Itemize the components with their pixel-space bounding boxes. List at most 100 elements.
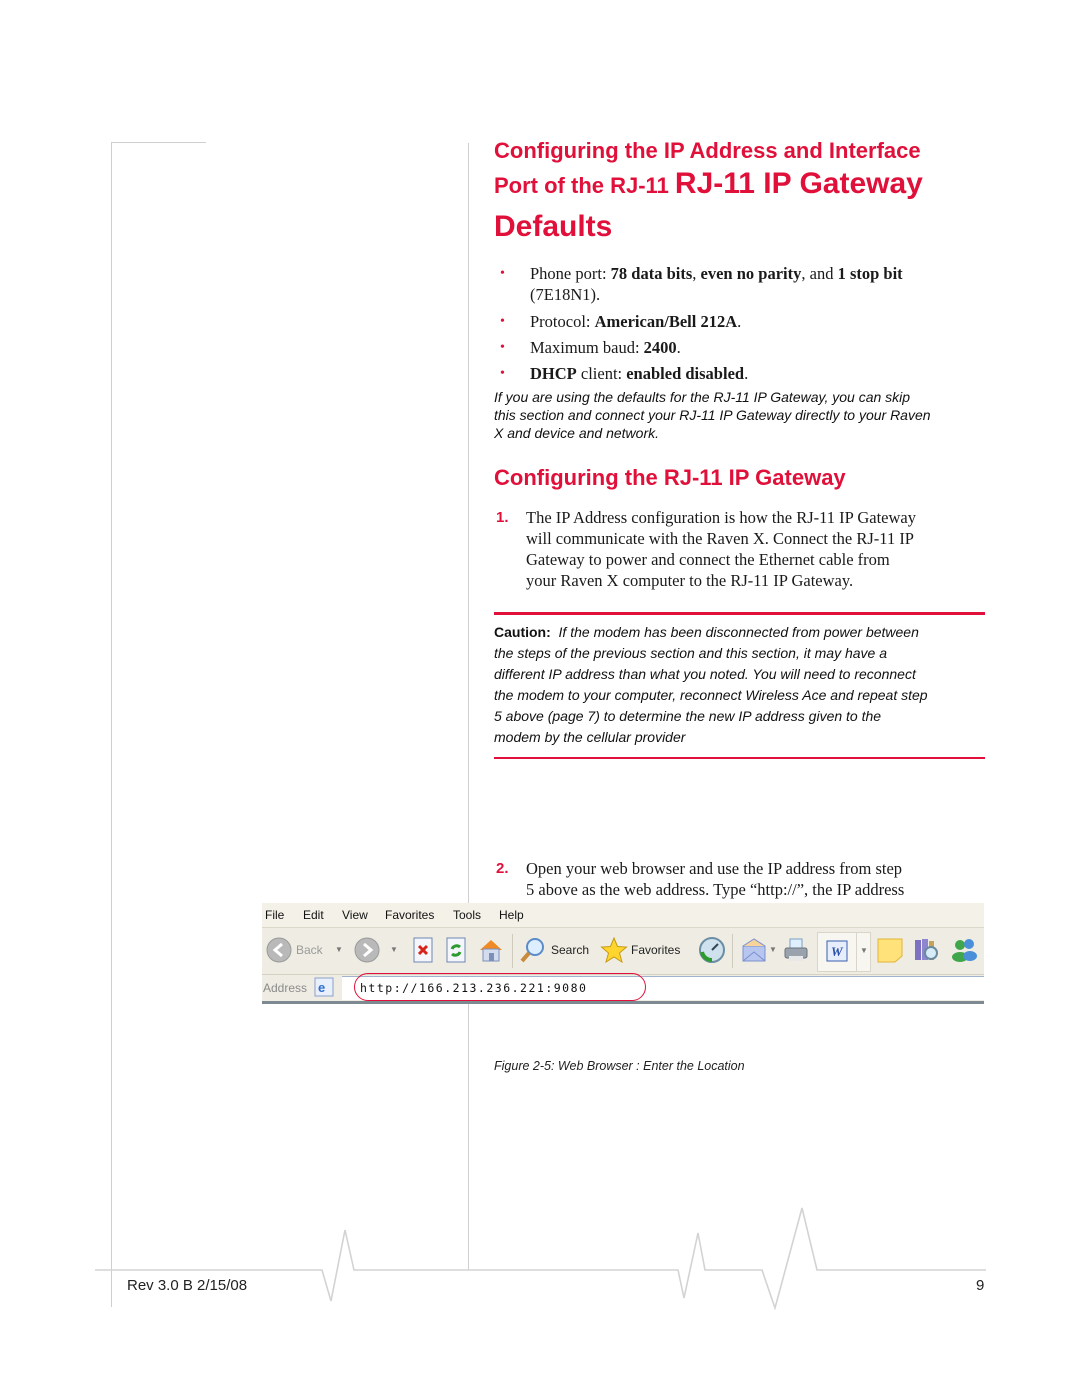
back-dropdown-icon[interactable]: ▼ (335, 945, 343, 954)
note-line: this section and connect your RJ-11 IP G… (494, 407, 931, 423)
list-item: • Protocol: American/Bell 212A. (500, 311, 990, 332)
caution-top-rule (494, 612, 985, 615)
svg-text:W: W (831, 944, 844, 959)
back-icon[interactable] (265, 936, 293, 964)
bullet-icon: • (500, 366, 505, 381)
refresh-icon[interactable] (442, 936, 470, 964)
list-item-text-line2: (7E18N1). (530, 285, 601, 304)
caution-text: If the modem has been disconnected from … (558, 624, 919, 640)
print-icon[interactable] (782, 936, 810, 964)
address-label: Address (263, 981, 308, 995)
emphasized-value: even no parity (700, 264, 802, 283)
browser-toolbar: Back ▼ ▼ Search Favorites ▼ W ▼ (262, 928, 984, 975)
list-item-text: Protocol: American/Bell 212A. (530, 312, 741, 331)
caution-line: 5 above (page 7) to determine the new IP… (494, 708, 882, 724)
list-text-fragment: Protocol: (530, 312, 595, 331)
bullet-icon: • (500, 266, 505, 281)
search-icon[interactable] (519, 936, 547, 964)
forward-icon[interactable] (353, 936, 381, 964)
list-text-fragment: , (692, 264, 701, 283)
step-number: 2. (496, 860, 509, 877)
defaults-note: If you are using the defaults for the RJ… (494, 388, 994, 442)
forward-dropdown-icon[interactable]: ▼ (390, 945, 398, 954)
caution-line: different IP address than what you noted… (494, 666, 916, 682)
caution-label: Caution: (494, 624, 551, 640)
menu-view[interactable]: View (342, 908, 368, 922)
page-title: Configuring the IP Address and Interface… (494, 136, 1014, 247)
list-item-text: Phone port: 78 data bits, even no parity… (530, 264, 903, 283)
list-text-fragment: Phone port: (530, 264, 611, 283)
caution-bottom-rule (494, 757, 985, 759)
browser-menubar: File Edit View Favorites Tools Help (262, 903, 984, 928)
emphasized-value: 2400 (643, 338, 677, 357)
toolbar-separator (512, 934, 513, 968)
page-title-line3: Defaults (494, 210, 613, 243)
bullet-icon: • (500, 314, 505, 329)
home-icon[interactable] (477, 936, 505, 964)
list-item: • Phone port: 78 data bits, even no pari… (500, 263, 990, 305)
list-item-text: DHCP client: enabled disabled. (530, 364, 748, 383)
step-line: Gateway to power and connect the Etherne… (526, 550, 890, 569)
caution-line: Caution: If the modem has been disconnec… (494, 622, 989, 643)
menu-help[interactable]: Help (499, 908, 524, 922)
toolbar-separator (732, 934, 733, 968)
notes-icon[interactable] (876, 936, 904, 964)
step-line: will communicate with the Raven X. Conne… (526, 529, 914, 548)
emphasized-value: 1 stop bit (837, 264, 903, 283)
menu-tools[interactable]: Tools (453, 908, 481, 922)
list-text-fragment: . (676, 338, 681, 357)
caution-line: the steps of the previous section and th… (494, 645, 887, 661)
address-highlight-oval (354, 973, 646, 1001)
bullet-icon: • (500, 340, 505, 355)
mail-icon[interactable] (740, 936, 768, 964)
page-title-line2: Port of the RJ-11 RJ-11 IP Gateway (494, 166, 1014, 207)
step-line: your Raven X computer to the RJ-11 IP Ga… (526, 571, 854, 590)
svg-text:e: e (318, 980, 325, 995)
section-title: Configuring the RJ-11 IP Gateway (494, 465, 846, 490)
word-icon: W (823, 937, 851, 965)
mail-dropdown-icon[interactable]: ▼ (769, 945, 777, 954)
step-number: 1. (496, 509, 509, 526)
footer-revision: Rev 3.0 B 2/15/08 (127, 1277, 248, 1294)
list-text-fragment: . (737, 312, 742, 331)
emphasized-value: enabled disabled (626, 364, 745, 383)
list-item: • DHCP client: enabled disabled. (500, 363, 990, 384)
emphasized-value: DHCP (530, 364, 577, 383)
page-title-line1: Configuring the IP Address and Interface (494, 138, 921, 163)
defaults-list: • Phone port: 78 data bits, even no pari… (500, 263, 990, 384)
caution-note: Caution: If the modem has been disconnec… (494, 622, 989, 748)
list-item: • Maximum baud: 2400. (500, 337, 990, 358)
emphasized-value: American/Bell 212A (594, 312, 738, 331)
menu-edit[interactable]: Edit (303, 908, 324, 922)
word-dropdown-icon[interactable]: ▼ (860, 946, 868, 955)
list-item-text: Maximum baud: 2400. (530, 338, 681, 357)
figure-caption: Figure 2-5: Web Browser : Enter the Loca… (494, 1059, 745, 1073)
caution-line: modem by the cellular provider (494, 729, 686, 745)
history-icon[interactable] (698, 936, 726, 964)
page-title-line2-large: RJ-11 IP Gateway (674, 167, 923, 200)
list-text-fragment: . (744, 364, 749, 383)
search-button-label[interactable]: Search (551, 943, 589, 957)
note-line: X and device and network. (494, 425, 659, 441)
messenger-icon[interactable] (950, 936, 978, 964)
research-icon[interactable] (912, 936, 940, 964)
list-text-fragment: , and (801, 264, 838, 283)
step-line: Open your web browser and use the IP add… (526, 859, 903, 878)
column-divider-rule (468, 143, 469, 903)
back-button-label[interactable]: Back (296, 943, 323, 957)
page-frame-top-left-rule (111, 142, 206, 143)
step-1: 1. The IP Address configuration is how t… (496, 507, 1016, 591)
favorites-button-label[interactable]: Favorites (631, 943, 680, 957)
word-dropdown-divider (856, 933, 857, 971)
caution-line: the modem to your computer, reconnect Wi… (494, 687, 928, 703)
list-text-fragment: client: (576, 364, 627, 383)
favorites-star-icon[interactable] (600, 936, 628, 964)
address-bar: Address e http://166.213.236.221:9080 (262, 973, 984, 1004)
stop-icon[interactable] (409, 936, 437, 964)
menu-file[interactable]: File (265, 908, 284, 922)
note-line: If you are using the defaults for the RJ… (494, 389, 911, 405)
browser-screenshot: File Edit View Favorites Tools Help Back… (262, 903, 984, 1004)
menu-favorites[interactable]: Favorites (385, 908, 434, 922)
word-button[interactable]: W ▼ (817, 932, 871, 972)
ie-page-icon: e (314, 977, 334, 997)
